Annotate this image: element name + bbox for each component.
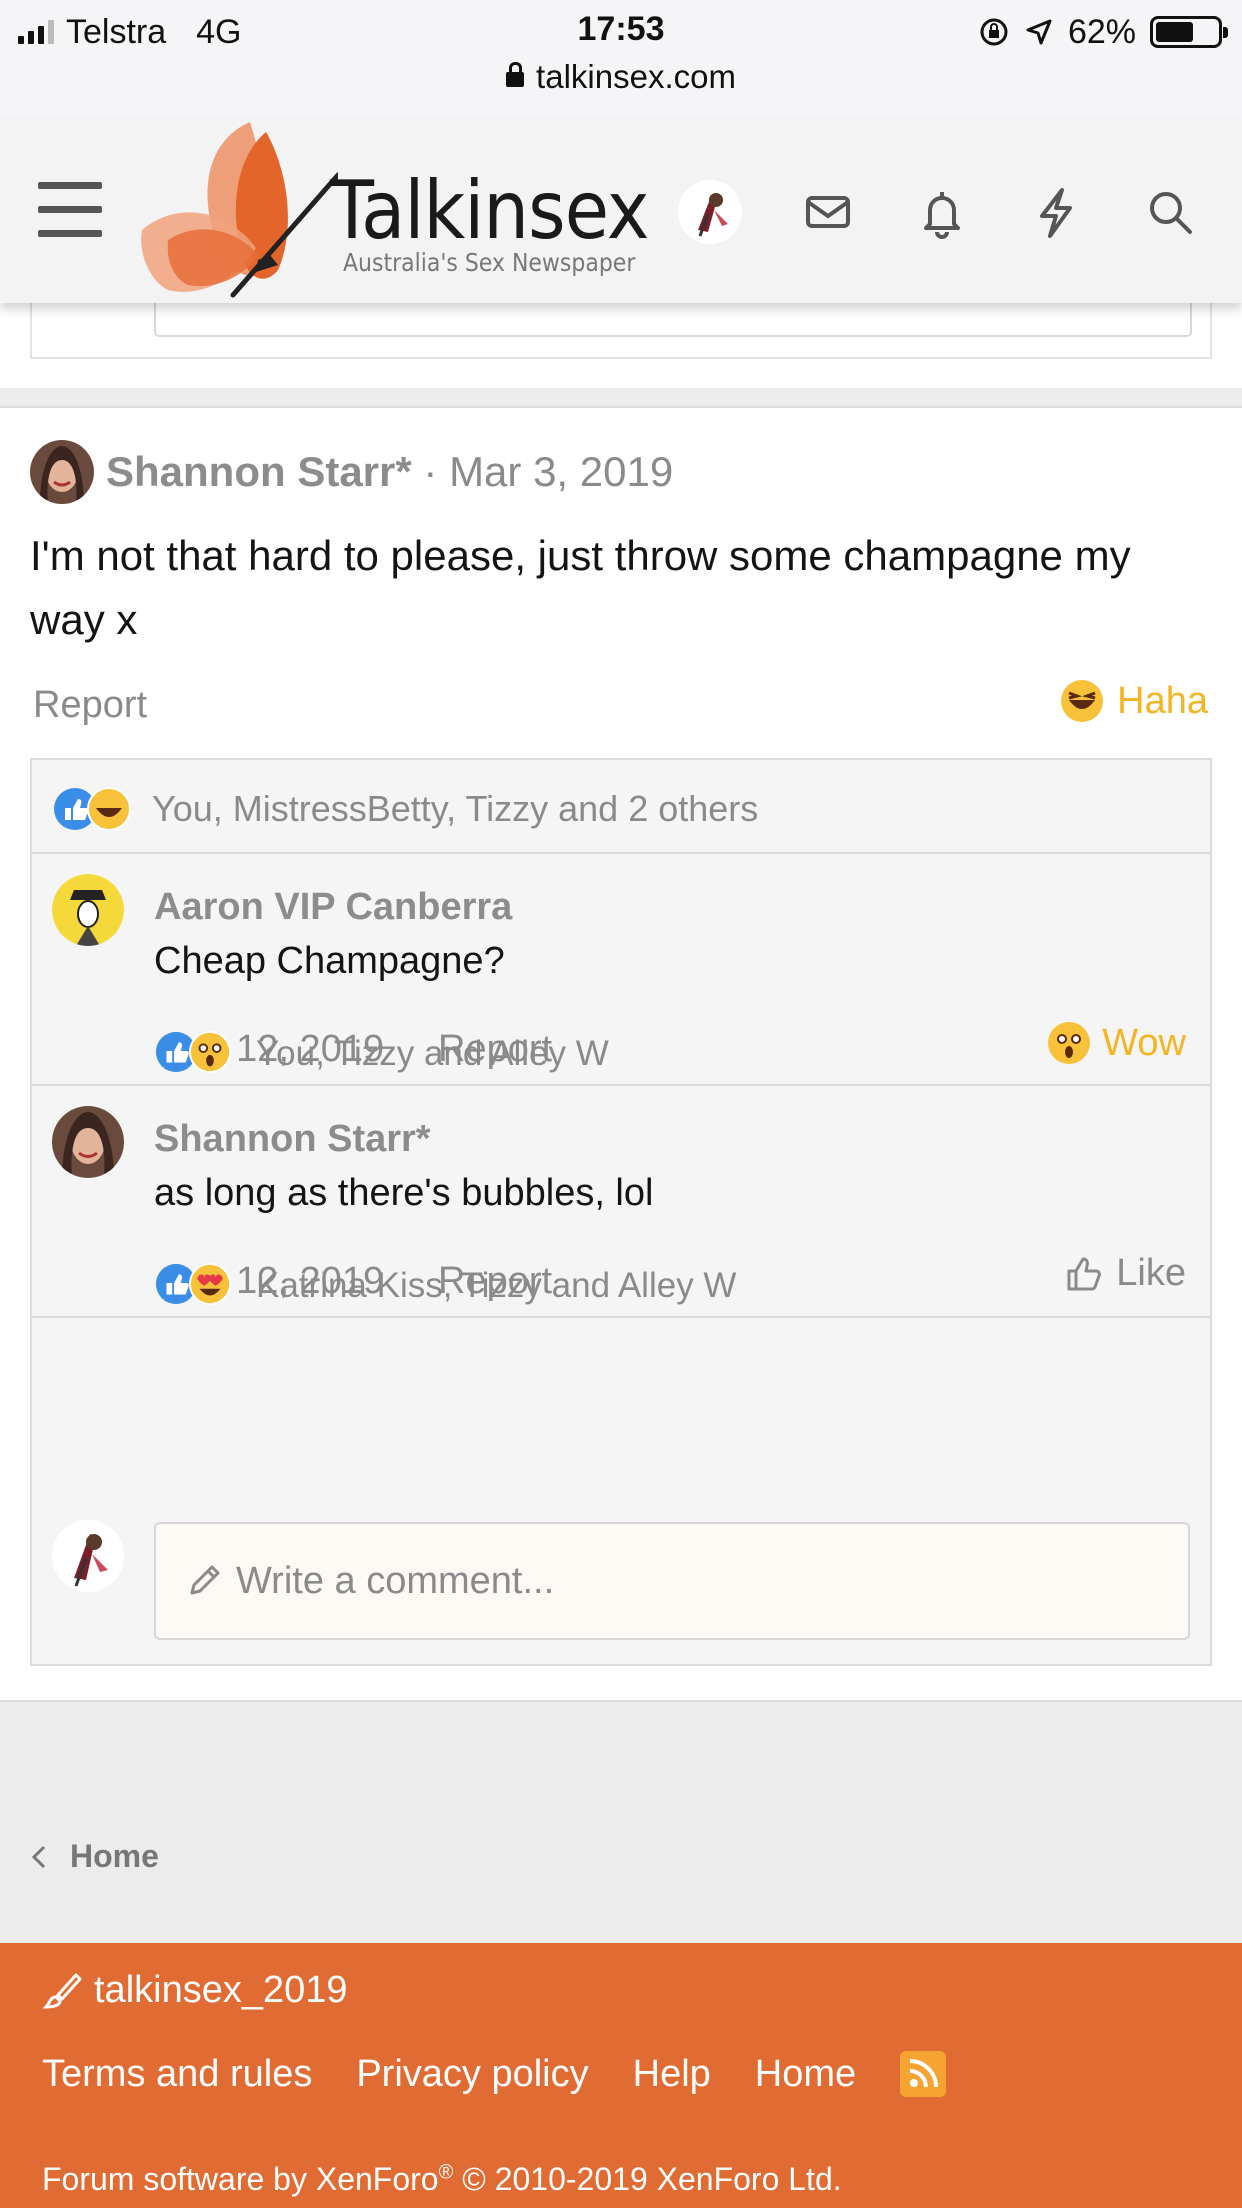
chevron-left-icon xyxy=(31,1845,46,1868)
footer-links: Terms and rules Privacy policy Help Home xyxy=(42,2051,947,2097)
battery-icon xyxy=(1150,16,1228,48)
mail-icon[interactable] xyxy=(798,182,858,242)
comment-reaction-button[interactable]: Wow xyxy=(1046,1020,1186,1066)
post-reaction-button[interactable]: Haha xyxy=(1059,678,1208,724)
post-meta: Shannon Starr* · Mar 3, 2019 xyxy=(106,448,673,496)
logo-title[interactable]: Talkinsex xyxy=(330,164,649,257)
pencil-icon xyxy=(190,1565,220,1595)
reaction-icons xyxy=(52,786,132,832)
post-reactions-summary[interactable]: You, MistressBetty, Tizzy and 2 others xyxy=(32,760,1210,854)
lock-icon xyxy=(506,62,525,87)
write-comment-input[interactable]: Write a comment... xyxy=(154,1522,1190,1640)
logo-tagline: Australia's Sex Newspaper xyxy=(343,248,636,277)
post-separator xyxy=(0,388,1242,408)
comment-author-avatar[interactable] xyxy=(52,1106,124,1178)
url-text: talkinsex.com xyxy=(536,58,736,95)
comment-like-label: Like xyxy=(1116,1252,1186,1294)
previous-comment-input[interactable] xyxy=(154,303,1192,337)
post-date[interactable]: Mar 3, 2019 xyxy=(449,448,673,495)
style-chooser[interactable]: talkinsex_2019 xyxy=(42,1969,348,2012)
copyright-prefix[interactable]: Forum software by XenForo xyxy=(42,2161,439,2197)
status-bar: Telstra 4G 17:53 62% talkinsex.com xyxy=(0,0,1242,120)
page-bottom-band xyxy=(0,1700,1242,1943)
copyright: Forum software by XenForo® © 2010-2019 X… xyxy=(42,2161,842,2198)
write-comment-row: Write a comment... xyxy=(32,1500,1210,1664)
post-author-avatar[interactable] xyxy=(30,440,94,504)
write-comment-placeholder: Write a comment... xyxy=(236,1559,555,1602)
breadcrumb-home[interactable]: Home xyxy=(70,1838,159,1875)
breadcrumb[interactable]: Home xyxy=(30,1838,159,1875)
post-author-name[interactable]: Shannon Starr* xyxy=(106,448,412,495)
meta-separator: · xyxy=(423,448,438,495)
url-bar[interactable]: talkinsex.com xyxy=(0,58,1242,96)
user-avatar[interactable] xyxy=(678,180,742,244)
comment-reaction-icons[interactable] xyxy=(154,1262,232,1306)
footer-link-privacy[interactable]: Privacy policy xyxy=(356,2053,588,2096)
current-user-avatar[interactable] xyxy=(52,1520,124,1592)
comment-text: Cheap Champagne? xyxy=(154,940,505,982)
previous-comment-box xyxy=(30,303,1212,359)
comment-text: as long as there's bubbles, lol xyxy=(154,1172,654,1214)
battery-percent: 62% xyxy=(1067,12,1136,51)
search-icon[interactable] xyxy=(1140,182,1200,242)
comment-reactions-text[interactable]: Katrina Kiss, Tizzy and Alley W xyxy=(256,1266,736,1306)
footer-link-terms[interactable]: Terms and rules xyxy=(42,2053,312,2096)
bolt-icon[interactable] xyxy=(1026,182,1086,242)
menu-icon[interactable] xyxy=(38,182,102,238)
thumbs-up-outline-icon xyxy=(1067,1257,1102,1290)
post-body: I'm not that hard to please, just throw … xyxy=(30,532,1131,643)
comment-author-name[interactable]: Aaron VIP Canberra xyxy=(154,886,512,929)
footer-link-home[interactable]: Home xyxy=(755,2053,856,2096)
love-icon xyxy=(188,1262,232,1306)
rss-icon[interactable] xyxy=(900,2051,947,2097)
reactions-summary-text: You, MistressBetty, Tizzy and 2 others xyxy=(152,788,759,829)
comment-reaction-label: Wow xyxy=(1102,1021,1186,1064)
paint-brush-icon xyxy=(42,1973,82,2009)
orientation-lock-icon xyxy=(980,18,1008,46)
location-icon xyxy=(1026,19,1052,45)
comment-author-avatar[interactable] xyxy=(52,874,124,946)
butterfly-logo-icon[interactable] xyxy=(138,120,338,303)
comment-author-name[interactable]: Shannon Starr* xyxy=(154,1118,431,1161)
status-right: 62% xyxy=(978,10,1228,54)
wow-icon xyxy=(1048,1022,1091,1064)
copyright-suffix: © 2010-2019 XenForo Ltd. xyxy=(453,2161,842,2197)
style-name: talkinsex_2019 xyxy=(94,1969,348,2011)
site-footer: talkinsex_2019 Terms and rules Privacy p… xyxy=(0,1943,1242,2208)
bell-icon[interactable] xyxy=(912,182,972,242)
comment-like-button[interactable]: Like xyxy=(1064,1252,1186,1295)
post-reaction-label: Haha xyxy=(1117,679,1208,722)
wow-icon xyxy=(188,1030,232,1074)
haha-icon xyxy=(87,787,131,831)
comments-section: You, MistressBetty, Tizzy and 2 others A… xyxy=(30,758,1212,1666)
footer-link-help[interactable]: Help xyxy=(633,2053,711,2096)
comment-reaction-icons[interactable] xyxy=(154,1030,232,1074)
registered-mark: ® xyxy=(438,2161,454,2184)
comment-reactions-text[interactable]: You, Tizzy and Alley W xyxy=(256,1034,609,1074)
haha-icon xyxy=(1061,680,1104,722)
post-report-link[interactable]: Report xyxy=(33,684,147,727)
site-header: Talkinsex Australia's Sex Newspaper xyxy=(0,120,1242,303)
